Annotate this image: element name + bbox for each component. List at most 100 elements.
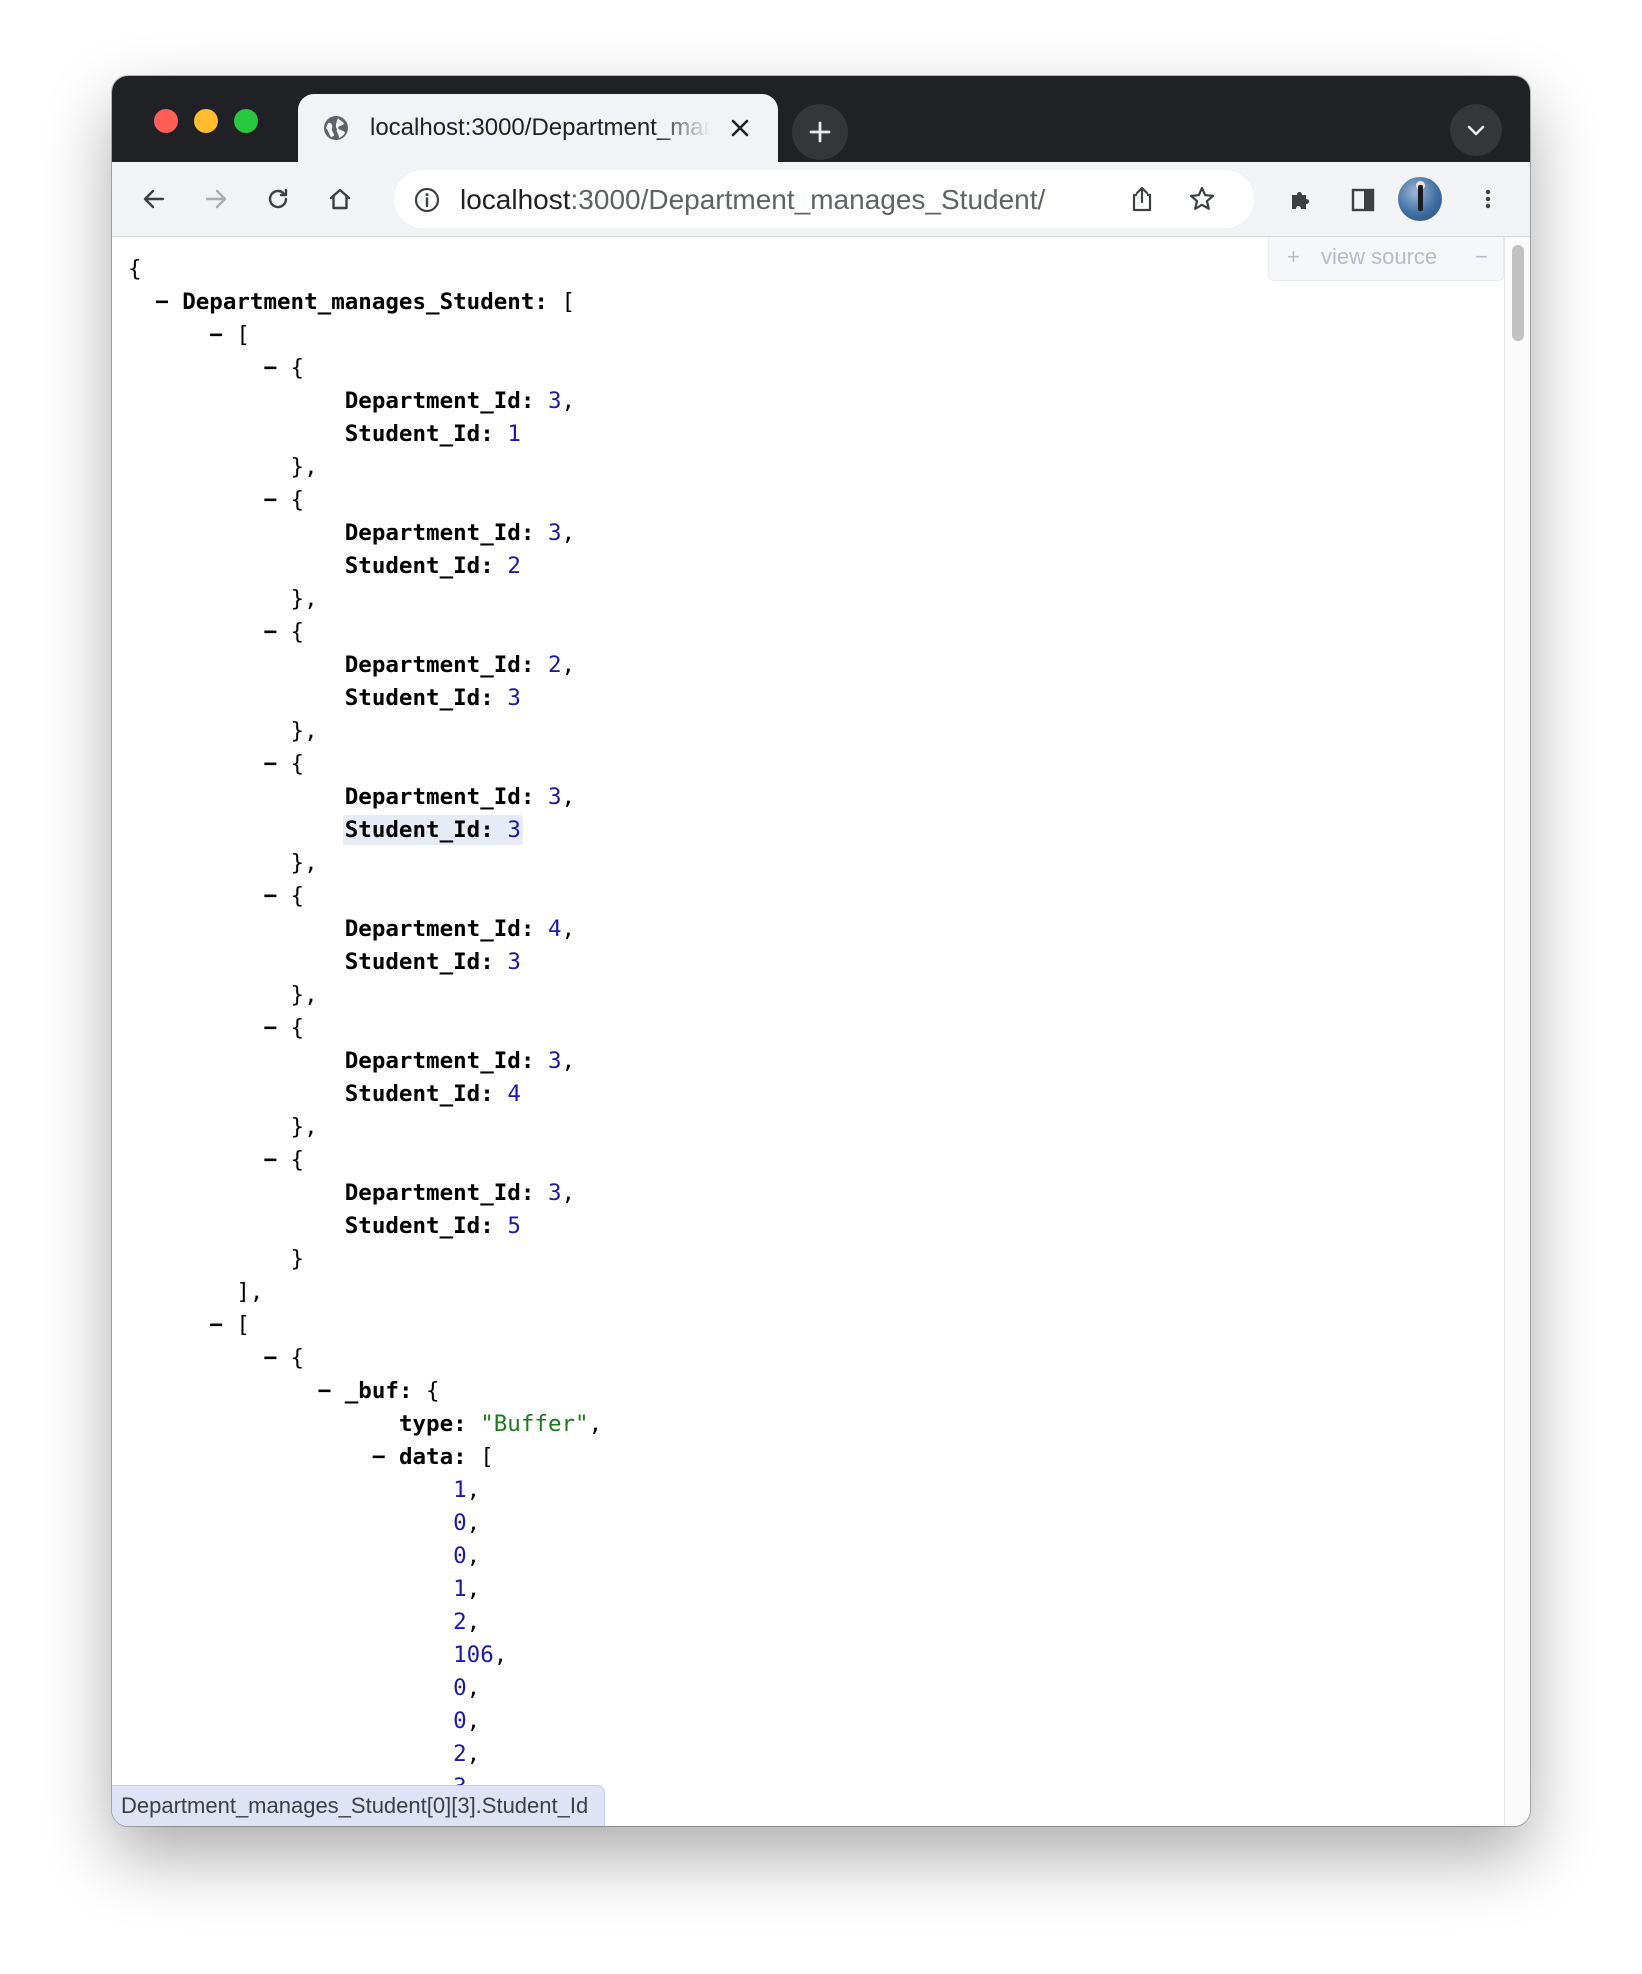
json-number[interactable]: 3 bbox=[507, 949, 521, 975]
collapse-toggle[interactable]: − bbox=[263, 1015, 277, 1041]
json-line: 0, bbox=[453, 1675, 481, 1701]
json-number[interactable]: 5 bbox=[507, 1213, 521, 1239]
back-button[interactable] bbox=[130, 175, 178, 223]
home-button[interactable] bbox=[316, 175, 364, 223]
close-window-button[interactable] bbox=[154, 109, 178, 133]
collapse-toggle[interactable]: − bbox=[263, 883, 277, 909]
json-line: Student_Id: 3 bbox=[128, 814, 602, 847]
json-string[interactable]: "Buffer" bbox=[480, 1411, 588, 1437]
json-line: Department_Id: 3, bbox=[344, 520, 576, 546]
json-number[interactable]: 3 bbox=[548, 1048, 562, 1074]
json-number[interactable]: 1 bbox=[507, 421, 521, 447]
json-number[interactable]: 2 bbox=[453, 1609, 467, 1635]
collapse-toggle[interactable]: − bbox=[209, 1312, 223, 1338]
collapse-toggle[interactable]: − bbox=[318, 1378, 332, 1404]
bookmark-star-icon[interactable] bbox=[1188, 185, 1216, 218]
url-host: localhost bbox=[460, 184, 571, 215]
json-number[interactable]: 3 bbox=[548, 388, 562, 414]
close-tab-icon[interactable] bbox=[728, 116, 752, 145]
tab-search-button[interactable] bbox=[1450, 104, 1530, 156]
json-number[interactable]: 1 bbox=[453, 1576, 467, 1602]
json-key[interactable]: Student_Id: bbox=[345, 817, 494, 843]
json-number[interactable]: 2 bbox=[507, 553, 521, 579]
view-source-toggle[interactable]: + view source − bbox=[1268, 237, 1504, 281]
collapse-toggle[interactable]: − bbox=[263, 751, 277, 777]
json-number[interactable]: 0 bbox=[453, 1543, 467, 1569]
chevron-down-icon bbox=[1467, 125, 1485, 136]
json-line: − [ bbox=[209, 322, 250, 348]
collapse-toggle[interactable]: − bbox=[263, 487, 277, 513]
json-key[interactable]: Department_Id: bbox=[345, 1048, 535, 1074]
json-key[interactable]: Student_Id: bbox=[345, 949, 494, 975]
json-line: − { bbox=[263, 355, 305, 381]
json-line: Department_Id: 3, bbox=[344, 1048, 576, 1074]
json-line: }, bbox=[128, 586, 318, 612]
scrollbar-thumb[interactable] bbox=[1512, 245, 1524, 341]
collapse-toggle[interactable]: − bbox=[263, 619, 277, 645]
collapse-toggle[interactable]: − bbox=[263, 355, 277, 381]
collapse-toggle[interactable]: − bbox=[263, 1345, 277, 1371]
json-key[interactable]: data bbox=[399, 1444, 453, 1470]
json-number[interactable]: 0 bbox=[453, 1675, 467, 1701]
json-key[interactable]: Department_Id: bbox=[345, 1180, 535, 1206]
status-bar: Department_manages_Student[0][3].Student… bbox=[112, 1785, 606, 1826]
json-number[interactable]: 3 bbox=[507, 685, 521, 711]
json-key[interactable]: _buf bbox=[345, 1378, 399, 1404]
forward-button[interactable] bbox=[192, 175, 240, 223]
json-number[interactable]: 0 bbox=[453, 1708, 467, 1734]
json-line: Student_Id: 3 bbox=[128, 682, 602, 715]
minimize-window-button[interactable] bbox=[194, 109, 218, 133]
json-key[interactable]: Student_Id: bbox=[345, 685, 494, 711]
reload-button[interactable] bbox=[254, 175, 302, 223]
json-key[interactable]: Student_Id: bbox=[345, 1081, 494, 1107]
json-key[interactable]: type bbox=[399, 1411, 453, 1437]
json-line: Student_Id: 1 bbox=[128, 418, 602, 451]
collapse-toggle[interactable]: − bbox=[263, 1147, 277, 1173]
json-number[interactable]: 3 bbox=[548, 784, 562, 810]
json-number[interactable]: 106 bbox=[453, 1642, 494, 1668]
json-number[interactable]: 4 bbox=[548, 916, 562, 942]
collapse-toggle[interactable]: − bbox=[372, 1444, 386, 1470]
json-key[interactable]: Student_Id: bbox=[345, 1213, 494, 1239]
collapse-all-icon[interactable]: − bbox=[1475, 237, 1488, 277]
json-line: ], bbox=[128, 1279, 264, 1305]
json-number[interactable]: 3 bbox=[548, 1180, 562, 1206]
puzzle-icon bbox=[1292, 192, 1309, 209]
address-bar[interactable]: localhost:3000/Department_manages_Studen… bbox=[394, 170, 1254, 228]
json-line: Student_Id: 5 bbox=[128, 1210, 602, 1243]
share-icon[interactable] bbox=[1128, 185, 1156, 218]
url-text[interactable]: localhost:3000/Department_manages_Studen… bbox=[460, 184, 1045, 216]
menu-button[interactable] bbox=[1464, 175, 1512, 223]
json-key[interactable]: Department_Id: bbox=[345, 520, 535, 546]
url-path: :3000/Department_manages_Student/ bbox=[570, 184, 1046, 215]
active-tab[interactable]: localhost:3000/Department_manages_Studen… bbox=[298, 94, 778, 162]
profile-avatar[interactable] bbox=[1398, 177, 1442, 221]
json-number[interactable]: 4 bbox=[507, 1081, 521, 1107]
collapse-toggle[interactable]: − bbox=[209, 322, 223, 348]
json-number[interactable]: 3 bbox=[548, 520, 562, 546]
json-key[interactable]: Student_Id: bbox=[345, 553, 494, 579]
collapse-toggle[interactable]: − bbox=[155, 289, 169, 315]
json-key[interactable]: Department_Id: bbox=[345, 388, 535, 414]
vertical-scrollbar[interactable] bbox=[1504, 237, 1530, 1826]
json-number[interactable]: 1 bbox=[453, 1477, 467, 1503]
hovered-json-entry[interactable]: Student_Id: 3 bbox=[342, 815, 523, 845]
extensions-button[interactable] bbox=[1276, 175, 1324, 223]
json-number[interactable]: 3 bbox=[507, 817, 521, 843]
json-line: 1, bbox=[453, 1576, 481, 1602]
new-tab-button[interactable] bbox=[792, 104, 848, 160]
json-number[interactable]: 2 bbox=[548, 652, 562, 678]
zoom-window-button[interactable] bbox=[234, 109, 258, 133]
view-source-label[interactable]: view source bbox=[1321, 237, 1437, 277]
json-key[interactable]: Student_Id: bbox=[345, 421, 494, 447]
json-line: 0, bbox=[453, 1708, 481, 1734]
json-key[interactable]: Department_Id: bbox=[345, 916, 535, 942]
json-number[interactable]: 0 bbox=[453, 1510, 467, 1536]
json-number[interactable]: 2 bbox=[453, 1741, 467, 1767]
json-key[interactable]: Department_Id: bbox=[345, 784, 535, 810]
json-key[interactable]: Department_Id: bbox=[345, 652, 535, 678]
expand-all-icon[interactable]: + bbox=[1287, 237, 1300, 277]
side-panel-button[interactable] bbox=[1338, 175, 1386, 223]
info-icon[interactable] bbox=[414, 187, 440, 218]
json-key[interactable]: Department_manages_Student bbox=[182, 289, 534, 315]
